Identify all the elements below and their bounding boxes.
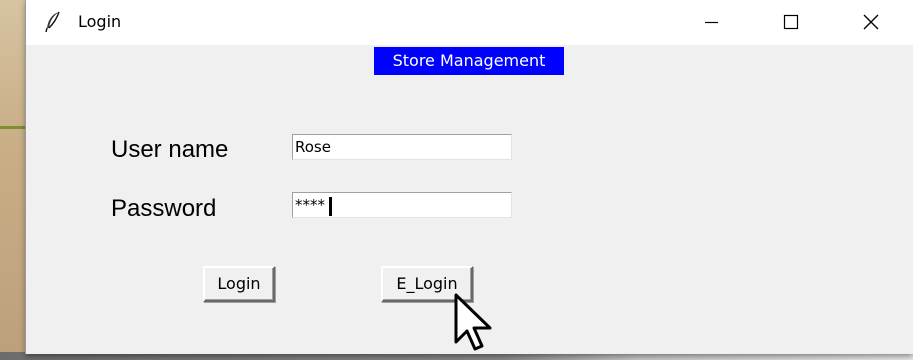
minimize-icon: [705, 21, 718, 24]
store-management-label: Store Management: [374, 47, 564, 75]
maximize-icon: [783, 14, 799, 30]
username-label: User name: [111, 136, 229, 163]
title-bar[interactable]: Login: [26, 0, 913, 45]
username-input[interactable]: [292, 134, 512, 160]
minimize-button[interactable]: [681, 0, 741, 45]
mouse-pointer-icon: [454, 293, 492, 351]
feather-icon: [44, 11, 62, 33]
close-button[interactable]: [841, 0, 901, 45]
close-icon: [863, 14, 879, 30]
password-input[interactable]: [292, 192, 512, 218]
login-button[interactable]: Login: [203, 266, 275, 302]
text-caret: [329, 197, 332, 216]
password-label: Password: [111, 195, 217, 222]
desktop-background: [0, 0, 26, 360]
maximize-button[interactable]: [761, 0, 821, 45]
desktop-accent-line: [0, 126, 26, 129]
window-title: Login: [78, 12, 122, 31]
